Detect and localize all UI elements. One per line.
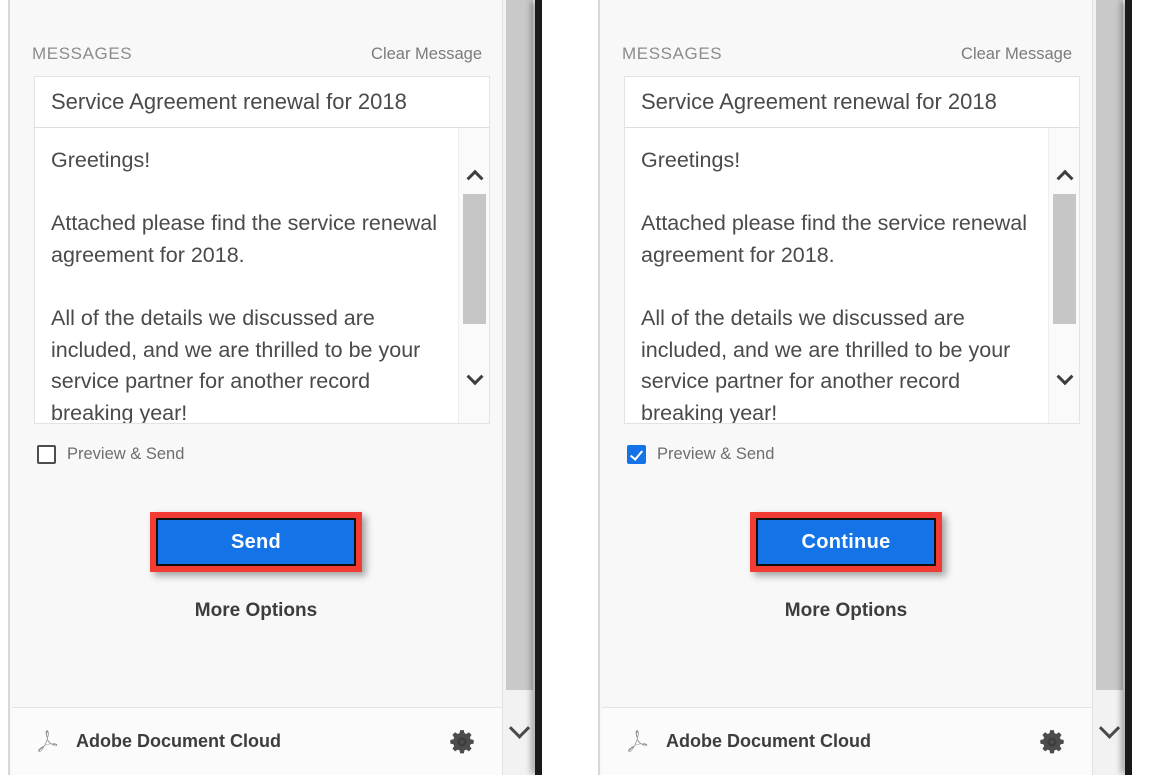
preview-and-send-row[interactable]: Preview & Send	[37, 445, 184, 464]
chevron-down-icon	[1056, 368, 1073, 385]
chevron-down-icon	[1099, 718, 1120, 739]
scrollbar-thumb[interactable]	[1053, 194, 1076, 324]
messages-header: MESSAGES Clear Message	[32, 44, 482, 64]
preview-and-send-label: Preview & Send	[657, 445, 774, 464]
adobe-sign-panel-after: MESSAGES Clear Message Service Agreement…	[598, 0, 1132, 775]
scroll-down-button[interactable]	[1049, 360, 1080, 402]
scroll-up-button[interactable]	[1049, 153, 1080, 195]
message-body-textarea[interactable]: Greetings! Attached please find the serv…	[34, 128, 490, 424]
window-frame-right	[1125, 0, 1132, 775]
footer-bar: Adobe Document Cloud	[602, 707, 1094, 775]
adobe-sign-panel-before: MESSAGES Clear Message Service Agreement…	[8, 0, 542, 775]
panel-scrollbar-thumb[interactable]	[1096, 0, 1123, 690]
footer-bar: Adobe Document Cloud	[12, 707, 504, 775]
messages-label: MESSAGES	[32, 44, 132, 64]
gear-icon[interactable]	[1038, 728, 1066, 756]
adobe-acrobat-icon	[618, 724, 654, 760]
adobe-acrobat-icon	[28, 724, 64, 760]
chevron-up-icon	[1056, 170, 1073, 187]
subject-input[interactable]: Service Agreement renewal for 2018	[624, 76, 1080, 128]
footer-title: Adobe Document Cloud	[666, 731, 871, 752]
subject-value: Service Agreement renewal for 2018	[641, 89, 997, 115]
panel-scroll-down-button[interactable]	[503, 690, 536, 775]
clear-message-link[interactable]: Clear Message	[961, 45, 1072, 64]
chevron-down-icon	[466, 368, 483, 385]
preview-and-send-label: Preview & Send	[67, 445, 184, 464]
message-body-value: Greetings! Attached please find the serv…	[641, 145, 1041, 424]
subject-input[interactable]: Service Agreement renewal for 2018	[34, 76, 490, 128]
primary-action-area: Continue	[600, 512, 1092, 572]
chevron-up-icon	[466, 170, 483, 187]
scroll-down-button[interactable]	[459, 360, 490, 402]
message-body-scrollbar[interactable]	[458, 128, 489, 424]
window-frame-right	[535, 0, 542, 775]
highlight-outline: Continue	[750, 512, 942, 572]
panel-scroll-down-button[interactable]	[1093, 690, 1126, 775]
panel-scrollbar[interactable]	[502, 0, 535, 775]
panel-scrollbar[interactable]	[1092, 0, 1125, 775]
preview-and-send-checkbox[interactable]	[37, 445, 56, 464]
send-button[interactable]: Send	[156, 518, 356, 566]
scrollbar-thumb[interactable]	[463, 194, 486, 324]
panel-body: MESSAGES Clear Message Service Agreement…	[10, 0, 502, 775]
subject-value: Service Agreement renewal for 2018	[51, 89, 407, 115]
continue-button[interactable]: Continue	[756, 518, 936, 566]
clear-message-link[interactable]: Clear Message	[371, 45, 482, 64]
preview-and-send-checkbox[interactable]	[627, 445, 646, 464]
panel-body: MESSAGES Clear Message Service Agreement…	[600, 0, 1092, 775]
footer-title: Adobe Document Cloud	[76, 731, 281, 752]
message-body-value: Greetings! Attached please find the serv…	[51, 145, 451, 424]
highlight-outline: Send	[150, 512, 362, 572]
preview-and-send-row[interactable]: Preview & Send	[627, 445, 774, 464]
more-options-link[interactable]: More Options	[600, 600, 1092, 622]
scroll-up-button[interactable]	[459, 153, 490, 195]
gear-icon[interactable]	[448, 728, 476, 756]
more-options-link[interactable]: More Options	[10, 600, 502, 622]
messages-header: MESSAGES Clear Message	[622, 44, 1072, 64]
message-body-textarea[interactable]: Greetings! Attached please find the serv…	[624, 128, 1080, 424]
panel-scrollbar-thumb[interactable]	[506, 0, 533, 690]
messages-label: MESSAGES	[622, 44, 722, 64]
primary-action-area: Send	[10, 512, 502, 572]
chevron-down-icon	[509, 718, 530, 739]
screenshot-stage: MESSAGES Clear Message Service Agreement…	[0, 0, 1154, 775]
message-body-scrollbar[interactable]	[1048, 128, 1079, 424]
